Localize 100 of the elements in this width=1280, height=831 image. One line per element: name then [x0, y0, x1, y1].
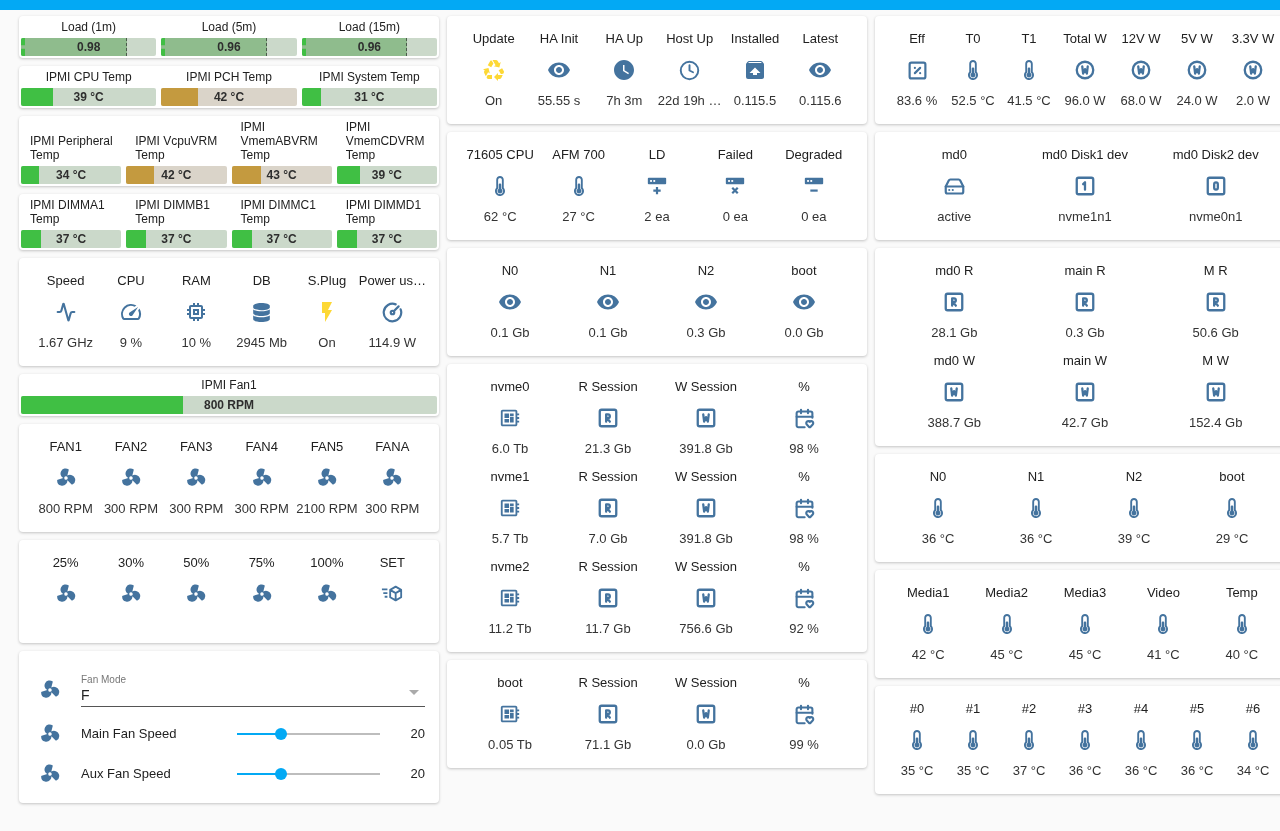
bar-label: Load (15m)	[337, 20, 401, 34]
letter-r-icon	[943, 291, 966, 313]
stat-value: 36 °C	[1124, 762, 1158, 780]
fan-icon	[39, 763, 61, 785]
bar-label: IPMI DIMMD1 Temp	[344, 198, 423, 226]
bar-label: IPMI VcpuVRM Temp	[134, 134, 219, 162]
slider-thumb[interactable]	[275, 768, 288, 780]
stat-label: Power us…	[358, 272, 426, 290]
stat-value: active	[937, 208, 972, 226]
slider-value: 20	[410, 725, 425, 744]
fan-icon	[39, 679, 61, 701]
stat-label: 5V W	[1181, 30, 1213, 48]
bar-label: IPMI VmemCDVRM Temp	[344, 120, 426, 162]
stat-value: 0.115.6	[799, 92, 842, 110]
stat-label: 50%	[183, 554, 210, 572]
expansion-card-icon	[499, 703, 521, 725]
bar-label: IPMI VmemABVRM Temp	[239, 120, 319, 162]
stat-value: 36 °C	[1068, 762, 1102, 780]
stat-label: %	[798, 468, 810, 486]
stat-label: #5	[1189, 700, 1205, 718]
stat-value: 7h 3m	[606, 92, 643, 110]
stat-label: AFM 700	[552, 146, 605, 164]
stat-label: md0	[941, 146, 967, 164]
stat-label: Video	[1146, 584, 1180, 602]
stat-value: 36 °C	[921, 530, 955, 548]
stat-value: nvme1n1	[1058, 208, 1112, 226]
bar-value: 42 °C	[160, 167, 193, 184]
stat-value: nvme0n1	[1188, 208, 1243, 226]
stat-value: 27 °C	[562, 208, 595, 226]
stat-label: 25%	[52, 554, 79, 572]
stat-label: main W	[1062, 352, 1107, 370]
stat-label: FAN3	[180, 438, 213, 456]
bar-label: Load (5m)	[200, 20, 258, 34]
bar-value: 37 °C	[55, 231, 88, 248]
stat-label: CPU	[117, 272, 145, 290]
fan-icon	[250, 467, 273, 489]
bar-value: 39 °C	[370, 167, 403, 184]
stat-value: 114.9 W	[368, 334, 417, 352]
bar-label: IPMI Peripheral Temp	[29, 134, 114, 162]
caret-icon	[409, 690, 419, 696]
stat-value: 35 °C	[956, 762, 990, 780]
letter-w-icon	[1204, 381, 1227, 403]
fan-icon	[250, 583, 273, 605]
stat-value: 756.6 Gb	[679, 620, 733, 638]
expansion-card-icon	[499, 497, 521, 519]
letter-w-icon	[695, 703, 717, 725]
stat-label: #1	[965, 700, 981, 718]
stat-value: 55.55 s	[537, 92, 581, 110]
stat-label: #0	[909, 700, 925, 718]
stat-label: md0 W	[933, 352, 975, 370]
stat-value: 0 ea	[722, 208, 749, 226]
select-value: F	[81, 686, 91, 704]
stat-value: 40 °C	[1225, 646, 1259, 664]
stat-value: 0.0 Gb	[686, 736, 726, 754]
stat-label: 12V W	[1121, 30, 1161, 48]
stat-label: Degraded	[785, 146, 843, 164]
stat-value: 0.115.5	[733, 92, 777, 110]
stat-value: 41.5 °C	[1007, 92, 1051, 110]
bar-value: 800 RPM	[203, 397, 255, 414]
stat-value: 41 °C	[1147, 646, 1180, 664]
letter-r-icon	[1074, 291, 1096, 313]
letter-w-icon	[695, 587, 717, 609]
stat-label: md0 Disk1 dev	[1042, 146, 1128, 164]
percent-icon	[906, 59, 928, 81]
stat-label: HA Init	[539, 30, 579, 48]
bar-value: 0.98	[76, 39, 102, 56]
stat-label: N1	[599, 262, 617, 280]
stat-label: S.Plug	[307, 272, 347, 290]
stat-value: 11.7 Gb	[585, 620, 631, 638]
letter-r-icon	[597, 407, 619, 429]
stat-value: On	[485, 92, 503, 110]
stat-value: 98 %	[789, 530, 819, 548]
stat-value: 36 °C	[1019, 530, 1053, 548]
stat-value: 300 RPM	[103, 500, 159, 518]
fan-icon	[185, 583, 208, 605]
letter-r-icon	[597, 703, 619, 725]
stat-label: FANA	[375, 438, 410, 456]
stat-label: RAM	[181, 272, 211, 290]
fan-icon	[316, 583, 338, 605]
fan-icon	[120, 467, 142, 489]
fan-icon	[381, 467, 404, 489]
slider-thumb[interactable]	[275, 728, 288, 740]
stat-label: FAN4	[245, 438, 278, 456]
stat-value: 71.1 Gb	[584, 736, 632, 754]
stat-label: Installed	[730, 30, 780, 48]
stat-label: HA Up	[605, 30, 644, 48]
stat-value: 5.7 Tb	[491, 530, 529, 548]
stat-value: 68.0 W	[1120, 92, 1162, 110]
fan-mode-select[interactable]: Fan Mode F	[81, 673, 425, 707]
stat-label: nvme2	[490, 558, 530, 576]
slider-label: Aux Fan Speed	[81, 765, 172, 784]
letter-w-icon	[1074, 59, 1096, 81]
stat-label: 75%	[248, 554, 275, 572]
stat-value: 35 °C	[900, 762, 934, 780]
stat-label: R Session	[578, 558, 638, 576]
fan-icon	[54, 583, 77, 605]
stat-value: 6.0 Tb	[491, 440, 529, 458]
stat-label: SET	[379, 554, 405, 572]
bar-label: Load (1m)	[60, 20, 117, 34]
stat-label: Latest	[802, 30, 839, 48]
